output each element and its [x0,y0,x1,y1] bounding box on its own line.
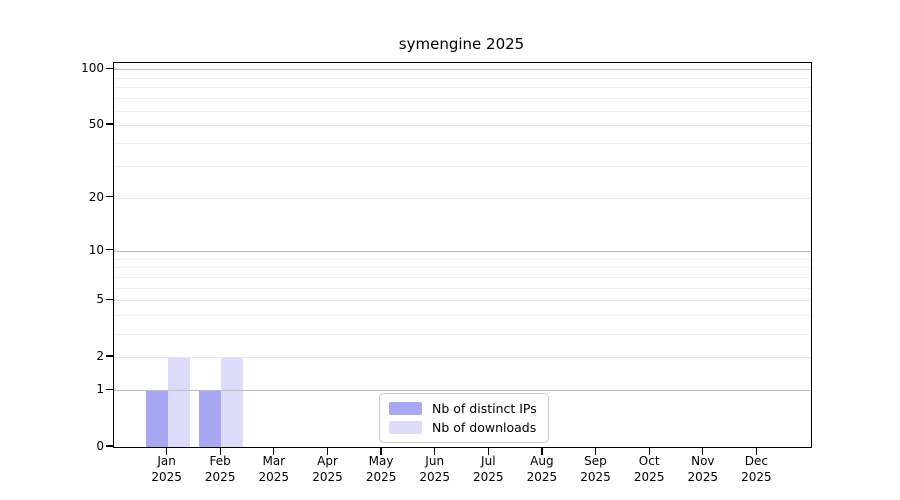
bar-distinct-ips-feb [199,390,222,447]
x-tick-label-nov: Nov 2025 [687,454,719,484]
legend-label-downloads: Nb of downloads [432,420,537,435]
y-tick-mark-2 [106,355,113,357]
minor-gridline-y-80 [114,87,811,89]
minor-gridline-y-3 [114,333,811,335]
x-tick-mark-nov [702,447,704,455]
minor-gridline-y-7 [114,276,811,278]
legend-swatch-distinct-ips-icon [389,402,422,415]
chart-title: symengine 2025 [398,35,525,53]
legend-item-distinct-ips: Nb of distinct IPs [389,401,537,416]
x-tick-mark-apr [326,447,329,455]
y-tick-mark-10 [106,249,113,251]
chart-canvas: symengine 2025 0 1 2 5 10 20 50 100 Jan 2025 Feb … [0,0,900,500]
minor-gridline-y-70 [114,98,811,99]
x-tick-mark-oct [648,447,650,455]
x-tick-label-jul: Jul 2025 [473,454,504,484]
gridline-y-5 [114,300,811,302]
x-tick-label-feb: Feb 2025 [204,454,236,484]
plot-area [113,62,812,448]
y-tick-label-100: 100 [81,61,104,76]
bar-downloads-feb [221,357,244,447]
legend: Nb of distinct IPs Nb of downloads [379,393,549,443]
y-tick-mark-100 [106,67,113,69]
gridline-y-1 [114,390,811,392]
y-tick-mark-0 [106,445,113,447]
y-tick-label-50: 50 [88,117,104,132]
gridline-y-50 [114,125,811,127]
x-tick-label-aug: Aug 2025 [526,454,558,484]
x-tick-mark-may [380,447,382,455]
minor-gridline-y-8 [114,267,811,269]
gridline-y-20 [114,197,811,199]
x-tick-label-may: May 2025 [365,454,397,484]
legend-item-downloads: Nb of downloads [389,420,537,435]
minor-gridline-y-90 [114,77,811,79]
minor-gridline-y-60 [114,110,811,112]
x-tick-mark-feb [219,447,221,455]
minor-gridline-y-4 [114,315,811,317]
y-tick-label-5: 5 [96,292,104,307]
minor-gridline-y-30 [114,165,811,167]
x-tick-label-jun: Jun 2025 [419,454,450,484]
x-tick-mark-jun [434,447,436,455]
y-tick-mark-50 [106,123,113,125]
x-tick-mark-mar [273,447,275,455]
x-tick-label-dec: Dec 2025 [741,454,772,484]
x-tick-label-apr: Apr 2025 [312,454,343,484]
y-tick-label-20: 20 [88,189,104,204]
x-tick-mark-sep [594,447,597,455]
y-tick-label-0: 0 [96,439,104,453]
minor-gridline-y-6 [114,287,811,289]
x-tick-label-oct: Oct 2025 [633,454,665,484]
gridline-y-100 [114,69,811,71]
minor-gridline-y-9 [114,258,811,260]
minor-gridline-y-40 [114,143,811,144]
gridline-y-10 [114,250,811,252]
bar-distinct-ips-jan [145,390,168,447]
x-tick-label-jan: Jan 2025 [151,454,182,484]
x-tick-mark-jul [487,447,489,455]
x-tick-mark-jan [165,447,168,455]
x-tick-label-sep: Sep 2025 [580,454,611,484]
y-tick-mark-20 [106,196,113,198]
gridline-y-2 [114,357,811,359]
bar-downloads-jan [167,357,190,447]
x-tick-mark-dec [755,447,758,455]
y-tick-label-10: 10 [88,242,104,257]
y-tick-label-2: 2 [96,349,104,364]
x-tick-mark-aug [541,447,543,455]
legend-swatch-downloads-icon [389,421,422,434]
legend-label-distinct-ips: Nb of distinct IPs [432,401,537,416]
x-tick-label-mar: Mar 2025 [258,454,290,484]
y-tick-mark-1 [106,388,113,390]
y-tick-mark-5 [106,298,113,300]
y-tick-label-1: 1 [96,382,104,397]
